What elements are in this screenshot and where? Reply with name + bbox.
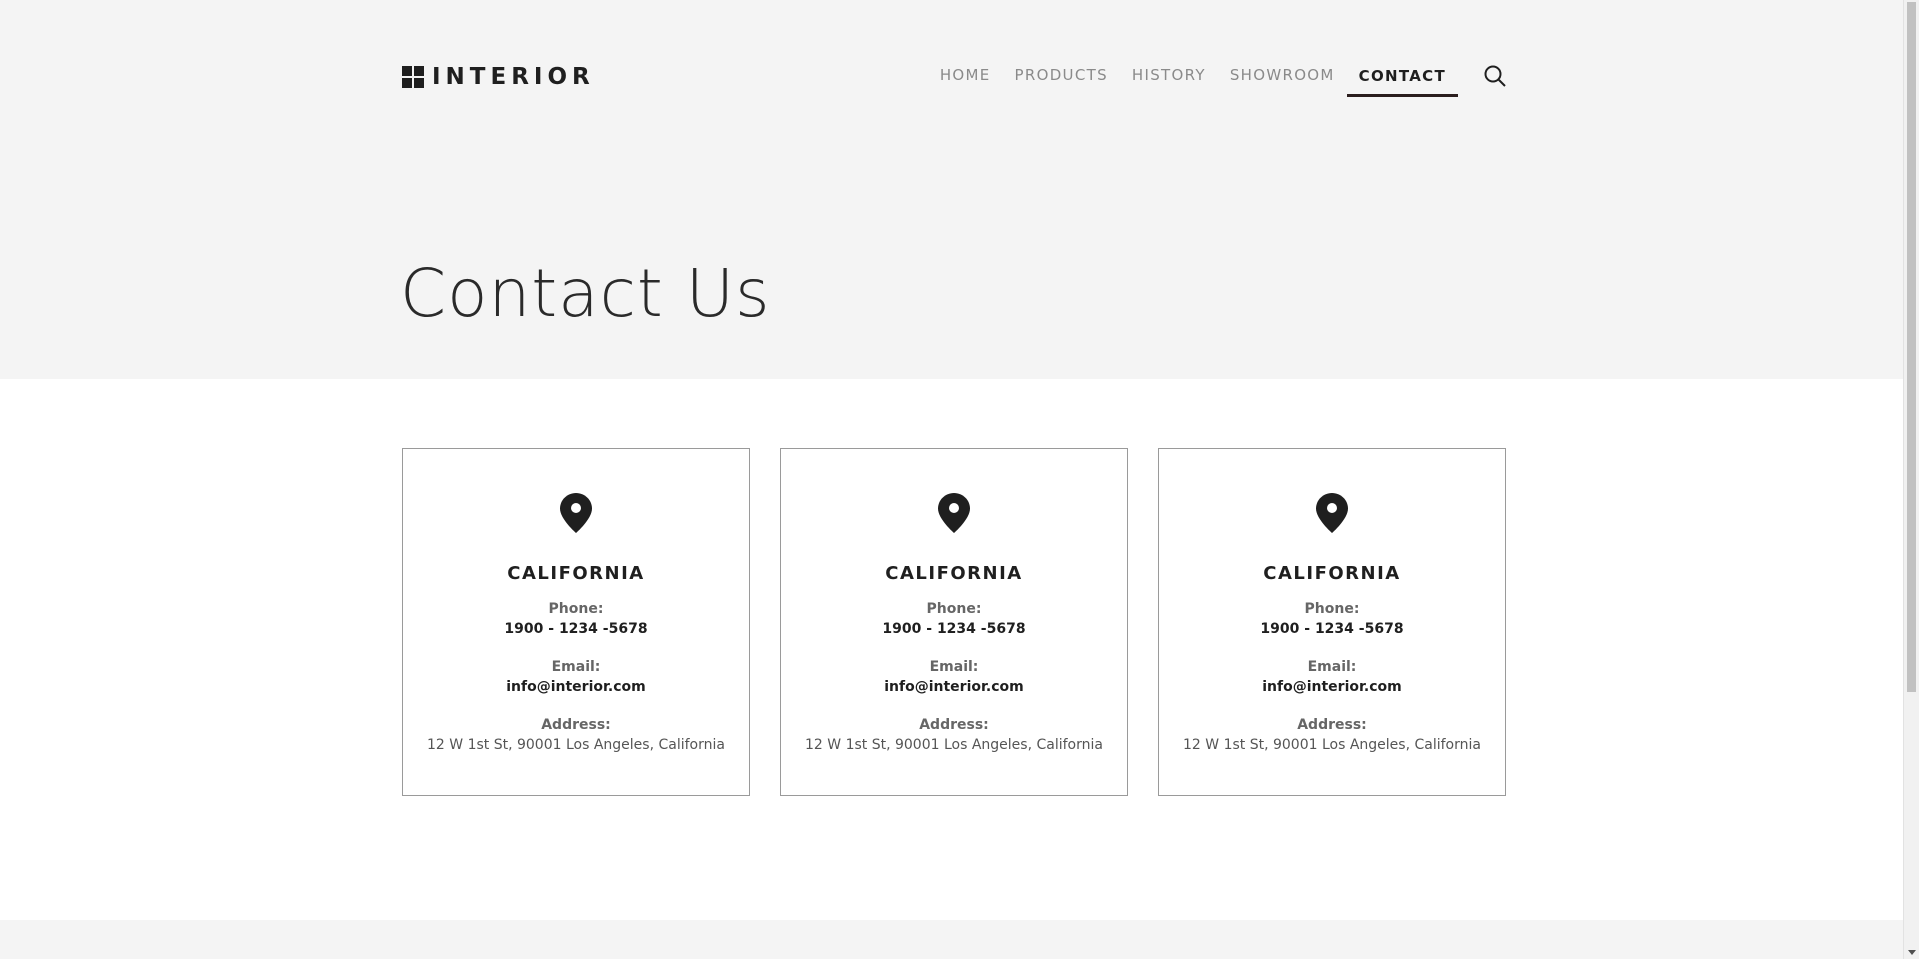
nav-item-contact[interactable]: CONTACT <box>1346 59 1459 97</box>
location-card: CALIFORNIA Phone: 1900 - 1234 -5678 Emai… <box>1158 448 1506 796</box>
main-nav: HOME PRODUCTS HISTORY SHOWROOM CONTACT <box>916 56 1510 97</box>
card-title: CALIFORNIA <box>1263 563 1401 584</box>
address-label: Address: <box>541 717 611 733</box>
phone-value[interactable]: 1900 - 1234 -5678 <box>403 621 749 637</box>
nav-item-showroom[interactable]: SHOWROOM <box>1230 58 1335 94</box>
email-value[interactable]: info@interior.com <box>781 679 1127 695</box>
map-pin-icon <box>560 493 592 533</box>
email-label: Email: <box>551 659 601 675</box>
address-label: Address: <box>1297 717 1367 733</box>
logo-grid-icon <box>402 66 424 88</box>
email-label: Email: <box>929 659 979 675</box>
scrollbar-thumb[interactable] <box>1907 2 1916 692</box>
nav-item-history[interactable]: HISTORY <box>1132 58 1206 94</box>
card-title: CALIFORNIA <box>885 563 1023 584</box>
search-icon[interactable] <box>1480 61 1510 91</box>
contact-page: INTERIOR HOME PRODUCTS HISTORY SHOWROOM … <box>0 0 1919 959</box>
location-card: CALIFORNIA Phone: 1900 - 1234 -5678 Emai… <box>780 448 1128 796</box>
vertical-scrollbar[interactable] <box>1903 0 1919 959</box>
logo-text: INTERIOR <box>432 64 595 90</box>
phone-label: Phone: <box>926 601 982 617</box>
phone-label: Phone: <box>1304 601 1360 617</box>
phone-label: Phone: <box>548 601 604 617</box>
address-value: 12 W 1st St, 90001 Los Angeles, Californ… <box>427 737 725 753</box>
email-value[interactable]: info@interior.com <box>1159 679 1505 695</box>
phone-value[interactable]: 1900 - 1234 -5678 <box>1159 621 1505 637</box>
location-card: CALIFORNIA Phone: 1900 - 1234 -5678 Emai… <box>402 448 750 796</box>
site-header: INTERIOR HOME PRODUCTS HISTORY SHOWROOM … <box>402 56 1510 97</box>
nav-item-products[interactable]: PRODUCTS <box>1015 58 1108 94</box>
nav-item-home[interactable]: HOME <box>940 58 991 94</box>
footer-strip <box>0 920 1903 959</box>
address-label: Address: <box>919 717 989 733</box>
location-cards: CALIFORNIA Phone: 1900 - 1234 -5678 Emai… <box>402 448 1506 796</box>
card-title: CALIFORNIA <box>507 563 645 584</box>
phone-value[interactable]: 1900 - 1234 -5678 <box>781 621 1127 637</box>
logo[interactable]: INTERIOR <box>402 64 595 90</box>
map-pin-icon <box>938 493 970 533</box>
map-pin-icon <box>1316 493 1348 533</box>
address-value: 12 W 1st St, 90001 Los Angeles, Californ… <box>805 737 1103 753</box>
email-label: Email: <box>1307 659 1357 675</box>
page-title: Contact Us <box>400 255 771 332</box>
email-value[interactable]: info@interior.com <box>403 679 749 695</box>
address-value: 12 W 1st St, 90001 Los Angeles, Californ… <box>1183 737 1481 753</box>
scroll-down-arrow-icon[interactable] <box>1908 950 1916 955</box>
